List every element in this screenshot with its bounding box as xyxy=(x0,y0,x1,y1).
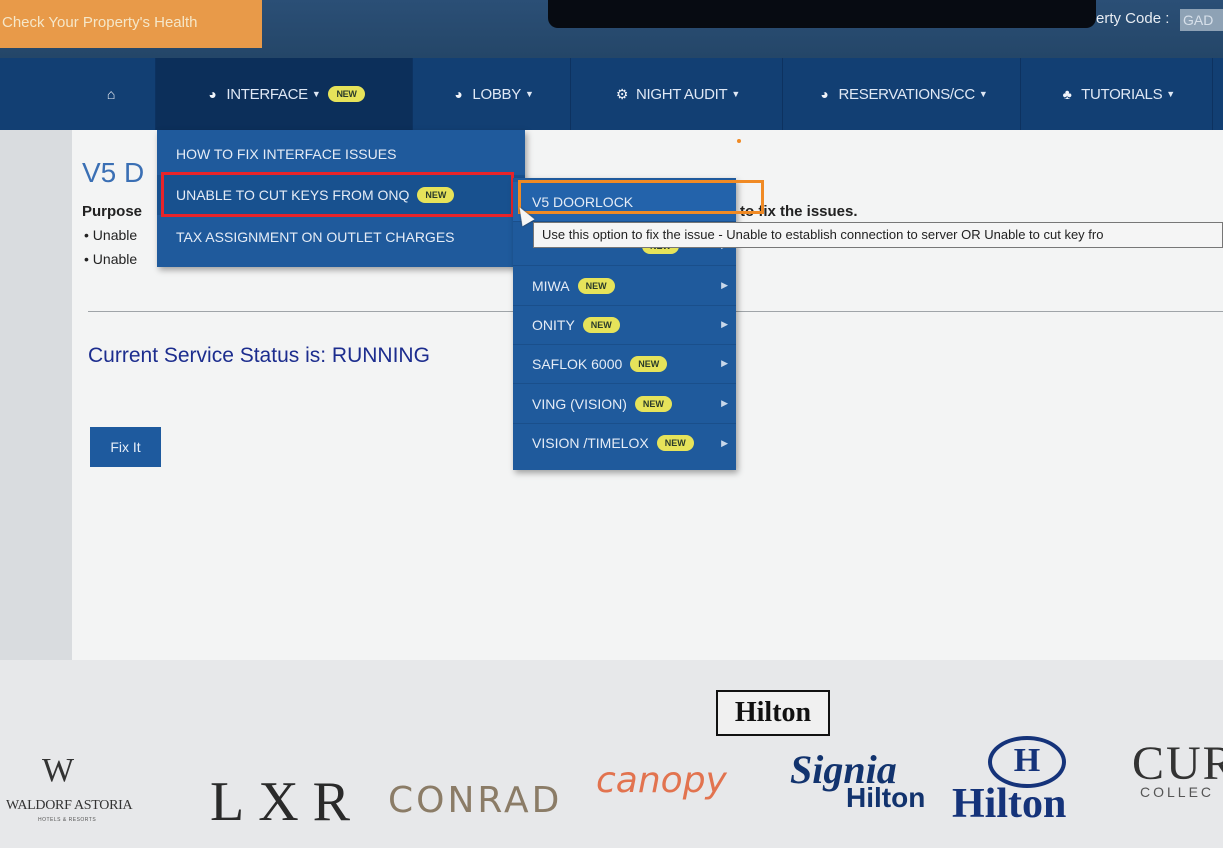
nav-tutorials[interactable]: ♣ TUTORIALS ▼ xyxy=(1021,58,1213,130)
new-badge: NEW xyxy=(328,86,365,102)
page-title: V5 D xyxy=(82,157,145,188)
nav-lobby[interactable]: ◕ LOBBY ▼ xyxy=(413,58,571,130)
purpose-bullet: • Unable xyxy=(84,251,138,267)
new-badge: NEW xyxy=(582,316,620,333)
waldorf-astoria-mark: W xyxy=(42,752,75,789)
purpose-label: Purpose xyxy=(82,203,143,220)
main-navigation: ⌂ ◕ INTERFACE ▼ NEW ◕ LOBBY ▼ ⚙ NIGHT AU… xyxy=(0,58,1223,130)
new-badge: NEW xyxy=(577,277,615,294)
bullet-text: Unable xyxy=(92,251,138,267)
tutorial-icon: ♣ xyxy=(1062,86,1072,102)
new-badge: NEW xyxy=(630,355,668,372)
curio-logo: CUR xyxy=(1132,737,1223,790)
waldorf-astoria-sub: HOTELS & RESORTS xyxy=(38,817,97,823)
nav-reservations-label: RESERVATIONS/CC xyxy=(838,85,976,103)
pie-chart-icon: ◕ xyxy=(208,86,217,102)
nav-night-audit[interactable]: ⚙ NIGHT AUDIT ▼ xyxy=(571,58,783,130)
service-status: Current Service Status is: RUNNING xyxy=(88,344,430,367)
curio-collection-logo: COLLEC xyxy=(1140,784,1215,800)
menu-item-tax-assignment[interactable]: TAX ASSIGNMENT ON OUTLET CHARGES xyxy=(157,217,525,257)
nav-home[interactable]: ⌂ xyxy=(72,58,156,130)
lxr-logo: LXR xyxy=(210,771,364,833)
pie-chart-icon: ◕ xyxy=(820,86,829,102)
hilton-logo: Hilton xyxy=(952,781,1067,827)
nav-reservations[interactable]: ◕ RESERVATIONS/CC ▼ xyxy=(783,58,1021,130)
check-property-health-button[interactable]: Check Your Property's Health xyxy=(0,0,262,48)
orange-dot xyxy=(737,139,741,143)
submenu-item-label: ONITY xyxy=(532,316,575,333)
hilton-logo-box: Hilton xyxy=(716,690,830,736)
new-badge: NEW xyxy=(656,435,694,451)
chevron-right-icon: ▶ xyxy=(721,437,728,448)
hilton-emblem-letter: H xyxy=(1013,742,1041,779)
fix-it-button[interactable]: Fix It xyxy=(90,427,161,467)
conrad-logo: CONRAD xyxy=(388,780,563,821)
bullet-text: Unable xyxy=(92,227,138,243)
chevron-down-icon: ▼ xyxy=(1166,89,1175,99)
purpose-bullet: • Unable xyxy=(84,227,138,243)
chevron-right-icon: ▶ xyxy=(721,398,728,408)
chevron-right-icon: ▶ xyxy=(721,358,728,368)
chevron-right-icon: ▶ xyxy=(721,319,728,329)
canopy-logo: canopy xyxy=(596,760,727,801)
submenu-item-label: SAFLOK 6000 xyxy=(532,355,623,372)
gear-icon: ⚙ xyxy=(615,85,629,102)
new-badge: NEW xyxy=(634,395,672,412)
submenu-item-vision-timelox[interactable]: VISION /TIMELOX NEW ▶ xyxy=(513,423,736,463)
property-code-label: erty Code : xyxy=(1096,10,1170,27)
header-banner xyxy=(548,0,1096,28)
waldorf-astoria-logo: WALDORF ASTORIA xyxy=(6,798,133,813)
menu-item-fix-interface-issues[interactable]: HOW TO FIX INTERFACE ISSUES xyxy=(157,134,525,174)
menu-item-label: TAX ASSIGNMENT ON OUTLET CHARGES xyxy=(176,229,455,245)
chevron-down-icon: ▼ xyxy=(524,89,534,99)
submenu-item-label: VING (VISION) xyxy=(532,395,627,412)
nav-interface-label: INTERFACE xyxy=(226,85,308,103)
submenu-item-miwa[interactable]: MIWA NEW ▶ xyxy=(513,266,736,306)
submenu-item-label: MIWA xyxy=(532,277,570,294)
chevron-right-icon: ▶ xyxy=(721,280,728,290)
submenu-item-onity[interactable]: ONITY NEW ▶ xyxy=(513,305,736,345)
nav-interface[interactable]: ◕ INTERFACE ▼ NEW xyxy=(156,58,413,130)
red-highlight-annotation xyxy=(161,172,514,217)
home-icon: ⌂ xyxy=(106,86,116,102)
orange-highlight-annotation xyxy=(518,180,764,214)
nav-night-audit-label: NIGHT AUDIT xyxy=(635,85,728,103)
chevron-down-icon: ▼ xyxy=(731,89,741,99)
chevron-down-icon: ▼ xyxy=(978,89,988,99)
chevron-down-icon: ▼ xyxy=(311,89,321,99)
property-code-value: GAD xyxy=(1180,9,1223,31)
tooltip: Use this option to fix the issue - Unabl… xyxy=(533,222,1223,248)
signia-hilton-logo: Hilton xyxy=(846,782,926,813)
submenu-item-label: VISION /TIMELOX xyxy=(532,435,649,451)
nav-tutorials-label: TUTORIALS xyxy=(1081,85,1163,103)
submenu-item-saflok-6000[interactable]: SAFLOK 6000 NEW ▶ xyxy=(513,344,736,384)
submenu-item-ving-vision[interactable]: VING (VISION) NEW ▶ xyxy=(513,384,736,424)
pie-chart-icon: ◕ xyxy=(454,86,463,102)
menu-item-label: HOW TO FIX INTERFACE ISSUES xyxy=(176,146,397,162)
nav-lobby-label: LOBBY xyxy=(472,85,521,103)
